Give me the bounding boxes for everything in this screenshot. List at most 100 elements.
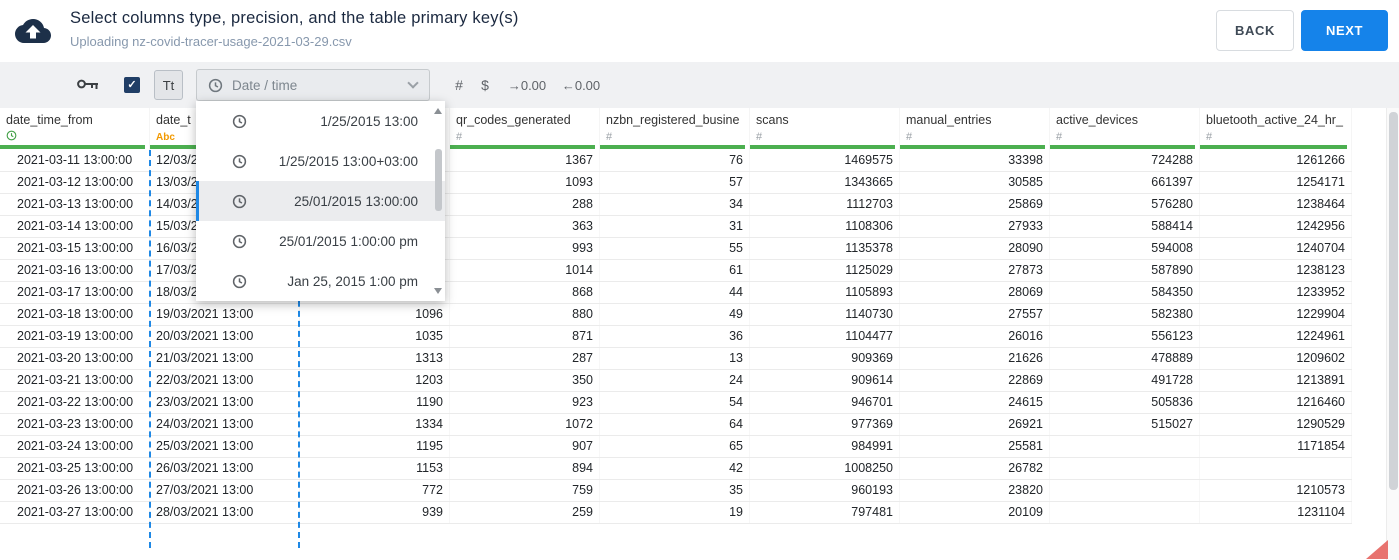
table-cell[interactable]: 946701 [750, 392, 900, 413]
table-cell[interactable]: 505836 [1050, 392, 1200, 413]
table-cell[interactable]: 797481 [750, 502, 900, 523]
table-cell[interactable]: 759 [450, 480, 600, 501]
table-cell[interactable]: 24 [600, 370, 750, 391]
column-header-date_time_from[interactable]: date_time_from [0, 108, 150, 150]
table-cell[interactable]: 2021-03-19 13:00:00 [0, 326, 150, 347]
table-cell[interactable]: 868 [450, 282, 600, 303]
table-cell[interactable]: 1171854 [1200, 436, 1352, 457]
menu-scrollbar[interactable] [432, 101, 445, 301]
vertical-scrollbar[interactable] [1386, 108, 1399, 560]
table-cell[interactable]: 2021-03-16 13:00:00 [0, 260, 150, 281]
table-cell[interactable]: 26016 [900, 326, 1050, 347]
table-cell[interactable]: 27873 [900, 260, 1050, 281]
table-cell[interactable]: 22/03/2021 13:00 [150, 370, 300, 391]
table-cell[interactable]: 2021-03-22 13:00:00 [0, 392, 150, 413]
table-cell[interactable]: 1195 [300, 436, 450, 457]
table-cell[interactable]: 588414 [1050, 216, 1200, 237]
table-cell[interactable]: 19/03/2021 13:00 [150, 304, 300, 325]
table-cell[interactable]: 772 [300, 480, 450, 501]
table-cell[interactable] [1050, 480, 1200, 501]
scroll-down-arrow[interactable] [434, 288, 442, 294]
table-cell[interactable] [1050, 458, 1200, 479]
date-format-option[interactable]: 25/01/2015 1:00:00 pm [196, 221, 445, 261]
increase-precision-button[interactable]: →0.00 [504, 69, 550, 101]
table-cell[interactable]: 1203 [300, 370, 450, 391]
table-cell[interactable]: 25869 [900, 194, 1050, 215]
table-cell[interactable]: 22869 [900, 370, 1050, 391]
table-cell[interactable]: 880 [450, 304, 600, 325]
scrollbar-thumb[interactable] [435, 149, 442, 211]
table-cell[interactable]: 20109 [900, 502, 1050, 523]
table-cell[interactable]: 27/03/2021 13:00 [150, 480, 300, 501]
table-cell[interactable]: 1096 [300, 304, 450, 325]
table-cell[interactable]: 661397 [1050, 172, 1200, 193]
table-cell[interactable]: 1233952 [1200, 282, 1352, 303]
table-cell[interactable]: 2021-03-27 13:00:00 [0, 502, 150, 523]
table-cell[interactable]: 939 [300, 502, 450, 523]
table-cell[interactable] [1200, 458, 1352, 479]
table-cell[interactable]: 55 [600, 238, 750, 259]
table-cell[interactable]: 28090 [900, 238, 1050, 259]
table-cell[interactable]: 259 [450, 502, 600, 523]
table-cell[interactable]: 2021-03-13 13:00:00 [0, 194, 150, 215]
table-cell[interactable]: 1014 [450, 260, 600, 281]
table-cell[interactable]: 724288 [1050, 150, 1200, 171]
table-cell[interactable]: 27557 [900, 304, 1050, 325]
table-cell[interactable] [1050, 436, 1200, 457]
table-cell[interactable]: 44 [600, 282, 750, 303]
table-cell[interactable]: 909369 [750, 348, 900, 369]
column-header-bluetooth_active_24_hr_[interactable]: bluetooth_active_24_hr_ # [1200, 108, 1352, 150]
table-cell[interactable]: 1093 [450, 172, 600, 193]
table-cell[interactable]: 1072 [450, 414, 600, 435]
table-cell[interactable]: 34 [600, 194, 750, 215]
table-cell[interactable]: 61 [600, 260, 750, 281]
date-format-option[interactable]: 25/01/2015 13:00:00 [196, 181, 445, 221]
date-format-option[interactable]: 1/25/2015 13:00 [196, 101, 445, 141]
table-cell[interactable]: 57 [600, 172, 750, 193]
table-cell[interactable]: 1313 [300, 348, 450, 369]
table-cell[interactable]: 1238123 [1200, 260, 1352, 281]
table-cell[interactable]: 21/03/2021 13:00 [150, 348, 300, 369]
table-cell[interactable]: 76 [600, 150, 750, 171]
table-cell[interactable]: 582380 [1050, 304, 1200, 325]
table-cell[interactable]: 478889 [1050, 348, 1200, 369]
table-cell[interactable]: 871 [450, 326, 600, 347]
table-cell[interactable]: 1469575 [750, 150, 900, 171]
column-header-manual_entries[interactable]: manual_entries # [900, 108, 1050, 150]
table-cell[interactable]: 1238464 [1200, 194, 1352, 215]
table-cell[interactable]: 977369 [750, 414, 900, 435]
table-cell[interactable]: 1190 [300, 392, 450, 413]
table-cell[interactable]: 25581 [900, 436, 1050, 457]
table-cell[interactable]: 1254171 [1200, 172, 1352, 193]
table-cell[interactable]: 28/03/2021 13:00 [150, 502, 300, 523]
table-cell[interactable]: 2021-03-15 13:00:00 [0, 238, 150, 259]
table-cell[interactable]: 515027 [1050, 414, 1200, 435]
table-cell[interactable]: 2021-03-14 13:00:00 [0, 216, 150, 237]
table-cell[interactable]: 19 [600, 502, 750, 523]
table-cell[interactable]: 576280 [1050, 194, 1200, 215]
table-cell[interactable]: 2021-03-24 13:00:00 [0, 436, 150, 457]
table-cell[interactable]: 27933 [900, 216, 1050, 237]
table-cell[interactable]: 20/03/2021 13:00 [150, 326, 300, 347]
date-format-option[interactable]: 1/25/2015 13:00+03:00 [196, 141, 445, 181]
table-cell[interactable]: 909614 [750, 370, 900, 391]
table-cell[interactable]: 2021-03-25 13:00:00 [0, 458, 150, 479]
table-cell[interactable]: 350 [450, 370, 600, 391]
table-cell[interactable]: 1125029 [750, 260, 900, 281]
table-cell[interactable]: 594008 [1050, 238, 1200, 259]
table-cell[interactable]: 23820 [900, 480, 1050, 501]
table-cell[interactable]: 1224961 [1200, 326, 1352, 347]
table-cell[interactable]: 1153 [300, 458, 450, 479]
table-cell[interactable]: 42 [600, 458, 750, 479]
table-cell[interactable]: 1343665 [750, 172, 900, 193]
table-cell[interactable]: 1367 [450, 150, 600, 171]
table-cell[interactable]: 1242956 [1200, 216, 1352, 237]
column-header-qr_codes_generated[interactable]: qr_codes_generated # [450, 108, 600, 150]
table-cell[interactable]: 584350 [1050, 282, 1200, 303]
table-cell[interactable]: 287 [450, 348, 600, 369]
table-cell[interactable]: 1140730 [750, 304, 900, 325]
table-cell[interactable]: 894 [450, 458, 600, 479]
number-type-button[interactable]: # [448, 69, 470, 101]
table-cell[interactable]: 26782 [900, 458, 1050, 479]
column-header-active_devices[interactable]: active_devices # [1050, 108, 1200, 150]
